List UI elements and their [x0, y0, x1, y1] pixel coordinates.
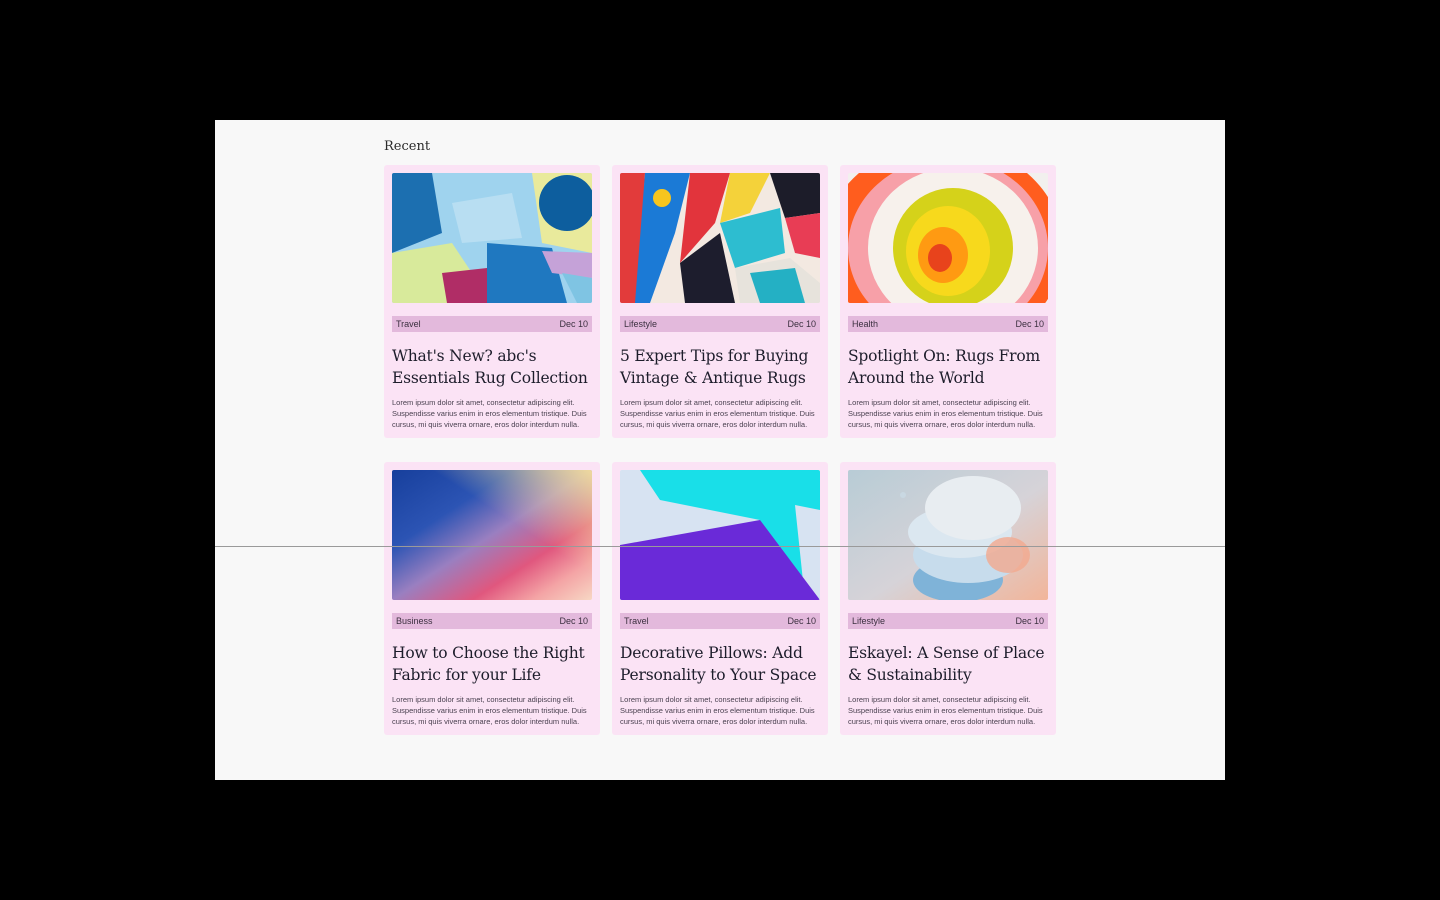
post-card[interactable]: Lifestyle Dec 10 5 Expert Tips for Buyin…: [612, 165, 828, 438]
post-date: Dec 10: [559, 319, 588, 329]
post-meta: Travel Dec 10: [620, 613, 820, 629]
post-date: Dec 10: [559, 616, 588, 626]
post-thumbnail[interactable]: [848, 173, 1048, 303]
post-category[interactable]: Travel: [624, 616, 649, 626]
horizontal-divider: [215, 546, 1225, 547]
post-card[interactable]: Travel Dec 10 What's New? abc's Essentia…: [384, 165, 600, 438]
post-category[interactable]: Lifestyle: [624, 319, 657, 329]
post-category[interactable]: Business: [396, 616, 433, 626]
post-meta: Lifestyle Dec 10: [848, 613, 1048, 629]
post-title[interactable]: Spotlight On: Rugs From Around the World: [848, 345, 1048, 389]
post-title[interactable]: How to Choose the Right Fabric for your …: [392, 642, 592, 686]
post-title[interactable]: What's New? abc's Essentials Rug Collect…: [392, 345, 592, 389]
post-excerpt: Lorem ipsum dolor sit amet, consectetur …: [848, 695, 1043, 726]
post-excerpt: Lorem ipsum dolor sit amet, consectetur …: [620, 695, 815, 726]
blog-canvas: Recent Travel Dec 10 What's New? abc's E…: [215, 120, 1225, 780]
post-thumbnail[interactable]: [620, 173, 820, 303]
post-title[interactable]: Decorative Pillows: Add Personality to Y…: [620, 642, 820, 686]
section-title: Recent: [384, 139, 431, 154]
post-card[interactable]: Lifestyle Dec 10 Eskayel: A Sense of Pla…: [840, 462, 1056, 735]
post-excerpt: Lorem ipsum dolor sit amet, consectetur …: [620, 398, 815, 429]
post-meta: Business Dec 10: [392, 613, 592, 629]
post-card[interactable]: Health Dec 10 Spotlight On: Rugs From Ar…: [840, 165, 1056, 438]
post-excerpt: Lorem ipsum dolor sit amet, consectetur …: [392, 398, 587, 429]
post-meta: Health Dec 10: [848, 316, 1048, 332]
post-card[interactable]: Travel Dec 10 Decorative Pillows: Add Pe…: [612, 462, 828, 735]
post-title[interactable]: 5 Expert Tips for Buying Vintage & Antiq…: [620, 345, 820, 389]
post-thumbnail[interactable]: [392, 173, 592, 303]
post-date: Dec 10: [1015, 319, 1044, 329]
post-category[interactable]: Lifestyle: [852, 616, 885, 626]
post-thumbnail[interactable]: [392, 470, 592, 600]
post-date: Dec 10: [787, 319, 816, 329]
post-date: Dec 10: [787, 616, 816, 626]
post-meta: Lifestyle Dec 10: [620, 316, 820, 332]
post-thumbnail[interactable]: [848, 470, 1048, 600]
post-card[interactable]: Business Dec 10 How to Choose the Right …: [384, 462, 600, 735]
post-meta: Travel Dec 10: [392, 316, 592, 332]
post-thumbnail[interactable]: [620, 470, 820, 600]
post-category[interactable]: Health: [852, 319, 878, 329]
post-excerpt: Lorem ipsum dolor sit amet, consectetur …: [392, 695, 587, 726]
post-category[interactable]: Travel: [396, 319, 421, 329]
post-title[interactable]: Eskayel: A Sense of Place & Sustainabili…: [848, 642, 1048, 686]
post-date: Dec 10: [1015, 616, 1044, 626]
post-excerpt: Lorem ipsum dolor sit amet, consectetur …: [848, 398, 1043, 429]
